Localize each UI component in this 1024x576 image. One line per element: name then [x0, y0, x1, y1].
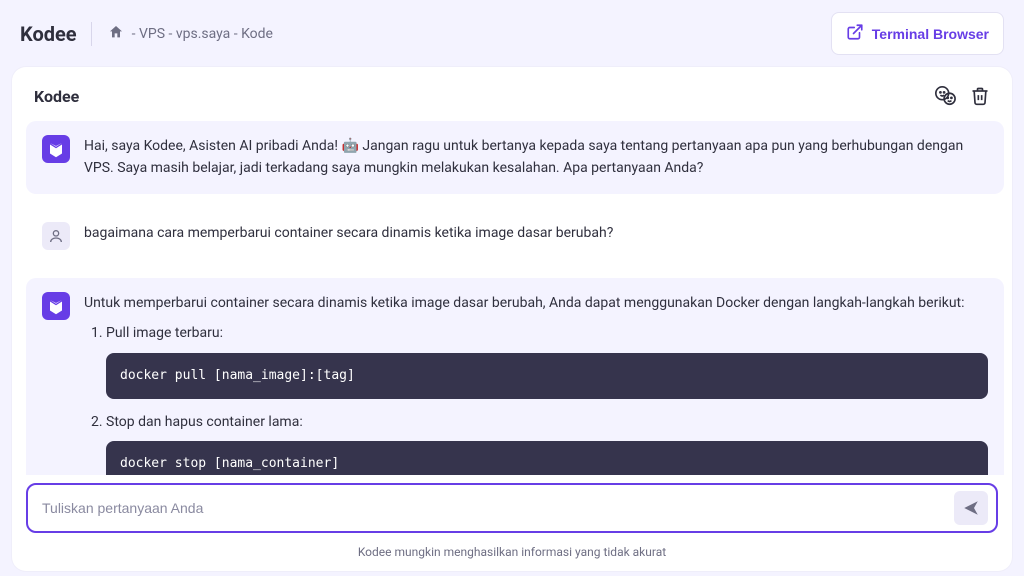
app-name: Kodee: [20, 22, 92, 46]
chat-input[interactable]: [42, 500, 944, 516]
ai-answer-body: Untuk memperbarui container secara dinam…: [84, 292, 988, 475]
terminal-browser-button[interactable]: Terminal Browser: [831, 12, 1004, 55]
chat-input-row: [26, 483, 998, 533]
send-button[interactable]: [954, 491, 988, 525]
ai-message-greeting: Hai, saya Kodee, Asisten AI pribadi Anda…: [26, 121, 1004, 194]
answer-steps: Pull image terbaru: docker pull [nama_im…: [84, 322, 988, 475]
chat-card: Kodee Hai, saya Kodee, Asisten AI pribad…: [12, 67, 1012, 571]
step-label: Pull image terbaru:: [106, 325, 223, 341]
send-icon: [962, 499, 980, 517]
robot-emoji: 🤖: [341, 138, 358, 154]
code-block[interactable]: docker stop [nama_container] docker rm […: [106, 441, 988, 475]
code-block[interactable]: docker pull [nama_image]:[tag]: [106, 353, 988, 399]
chat-scroll[interactable]: Hai, saya Kodee, Asisten AI pribadi Anda…: [12, 121, 1010, 475]
topbar: Kodee - VPS - vps.saya - Kode Terminal B…: [0, 0, 1024, 67]
list-item: Pull image terbaru: docker pull [nama_im…: [106, 322, 988, 398]
ai-greeting-body: Hai, saya Kodee, Asisten AI pribadi Anda…: [84, 135, 988, 180]
external-link-icon: [846, 23, 864, 44]
terminal-browser-label: Terminal Browser: [872, 26, 989, 42]
ai-avatar: [42, 292, 70, 320]
disclaimer: Kodee mungkin menghasilkan informasi yan…: [12, 541, 1012, 571]
ai-message-answer: Untuk memperbarui container secara dinam…: [26, 278, 1004, 475]
user-question-text: bagaimana cara memperbarui container sec…: [84, 222, 988, 250]
home-icon[interactable]: [108, 24, 124, 44]
feedback-button[interactable]: [934, 85, 956, 107]
ai-avatar: [42, 135, 70, 163]
user-avatar: [42, 222, 70, 250]
delete-button[interactable]: [970, 85, 990, 107]
answer-intro: Untuk memperbarui container secara dinam…: [84, 292, 988, 314]
user-message: bagaimana cara memperbarui container sec…: [26, 208, 1004, 264]
list-item: Stop dan hapus container lama: docker st…: [106, 411, 988, 475]
chat-header: Kodee: [12, 67, 1012, 121]
step-label: Stop dan hapus container lama:: [106, 414, 303, 430]
breadcrumb[interactable]: - VPS - vps.saya - Kode: [108, 24, 273, 44]
breadcrumb-text: - VPS - vps.saya - Kode: [132, 26, 273, 42]
chat-title: Kodee: [34, 87, 79, 106]
